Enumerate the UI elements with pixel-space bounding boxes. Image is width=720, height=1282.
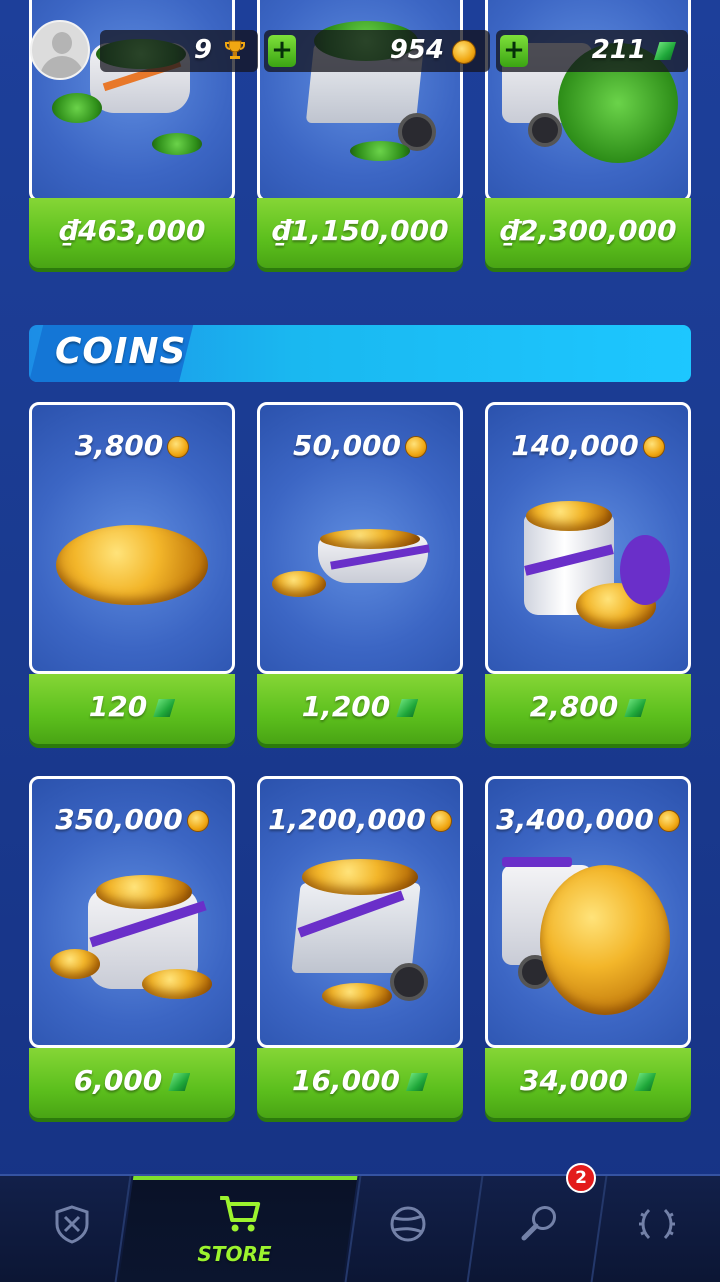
grass-pile [350,141,410,161]
gem-price: 120 [29,690,235,723]
buy-button[interactable]: 2,800 [485,674,691,744]
coin-pack-image: 3,800 [29,402,235,674]
coin-pile [540,865,670,1015]
player-avatar[interactable] [30,20,90,80]
coin-pack-image: 350,000 [29,776,235,1048]
nav-equipment[interactable] [466,1176,610,1282]
gem-icon [634,1073,657,1091]
gem-price: 6,000 [29,1064,235,1097]
coins-section-header: COINS [29,325,691,382]
coin-pack-card[interactable]: 350,000 6,000 [29,776,235,1118]
price-button[interactable]: ₫463,000 [29,198,235,268]
coin-icon [452,40,476,64]
gem-icon [406,1073,429,1091]
coin-pile [320,529,420,549]
coin-counter: + 954 [264,30,490,72]
coin-amount: 50,000 [260,429,460,462]
gem-price: 16,000 [257,1064,463,1097]
coin-pile [96,875,192,909]
coin-amount: 3,800 [32,429,232,462]
coin-pack-card[interactable]: 140,000 2,800 [485,402,691,744]
gem-icon [396,699,419,717]
coin-icon [657,810,680,832]
coin-pack-card[interactable]: 1,200,000 16,000 [257,776,463,1118]
coin-pack-card[interactable]: 3,800 120 [29,402,235,744]
cart-roof [502,857,572,867]
price-button[interactable]: ₫1,150,000 [257,198,463,268]
add-gems-button[interactable]: + [500,35,528,67]
coin-pack-card[interactable]: 3,400,000 34,000 [485,776,691,1118]
buy-button[interactable]: 6,000 [29,1048,235,1118]
grass-pile [52,93,102,123]
coin-icon [167,436,190,458]
coin-icon [405,436,428,458]
coin-amount: 350,000 [32,803,232,836]
cart-wheel [528,113,562,147]
shield-racket-icon [55,1205,89,1244]
tennis-ball-icon [390,1206,426,1242]
coin-pack-image: 140,000 [485,402,691,674]
gem-balance: 211 [591,35,646,65]
coin-pile [302,859,418,895]
cart-icon [220,1196,261,1232]
coin-pack-card[interactable]: 50,000 1,200 [257,402,463,744]
coin-pile [142,969,212,999]
gem-counter: + 211 [496,30,688,72]
gem-price: 2,800 [485,690,691,723]
notification-badge: 2 [566,1163,596,1193]
laurel-icon [639,1208,675,1240]
pack-price: ₫2,300,000 [499,214,677,247]
nav-store-label: STORE [197,1242,272,1266]
gem-icon [153,699,176,717]
coin-pile [50,949,100,979]
price-button[interactable]: ₫2,300,000 [485,198,691,268]
coin-icon [429,810,452,832]
buy-button[interactable]: 16,000 [257,1048,463,1118]
grass-pile [152,133,202,155]
gem-icon [168,1073,191,1091]
trophy-icon [225,40,245,59]
pack-price: ₫1,150,000 [271,214,449,247]
racket-icon [521,1205,557,1241]
cart-wheel [390,963,428,1001]
coin-amount: 3,400,000 [488,803,688,836]
avatar-body [40,56,84,78]
buy-button[interactable]: 34,000 [485,1048,691,1118]
avatar-head [52,32,72,54]
coin-amount: 140,000 [488,429,688,462]
coin-icon [186,810,209,832]
trophy-counter: 9 [100,30,258,72]
coin-icon [642,436,665,458]
pack-price: ₫463,000 [58,214,206,247]
nav-leaderboard[interactable] [594,1176,720,1282]
gem-price: 1,200 [257,690,463,723]
add-coins-button[interactable]: + [268,35,296,67]
coin-pile [272,571,326,597]
coin-balance: 954 [389,35,444,65]
section-title: COINS [55,331,187,372]
gem-icon [654,42,676,60]
coin-pile [526,501,612,531]
nav-store[interactable]: STORE [118,1176,358,1282]
coin-pile [56,525,208,605]
bottom-navigation: STORE [0,1174,720,1282]
buy-button[interactable]: 120 [29,674,235,744]
gem-price: 34,000 [485,1064,691,1097]
bucket-lid [620,535,670,605]
coin-pack-image: 3,400,000 [485,776,691,1048]
coin-pack-image: 1,200,000 [257,776,463,1048]
buy-button[interactable]: 1,200 [257,674,463,744]
coin-pack-image: 50,000 [257,402,463,674]
gem-icon [624,699,647,717]
coin-pile [322,983,392,1009]
coin-amount: 1,200,000 [260,803,460,836]
trophy-count: 9 [193,35,212,65]
nav-play[interactable] [336,1176,480,1282]
